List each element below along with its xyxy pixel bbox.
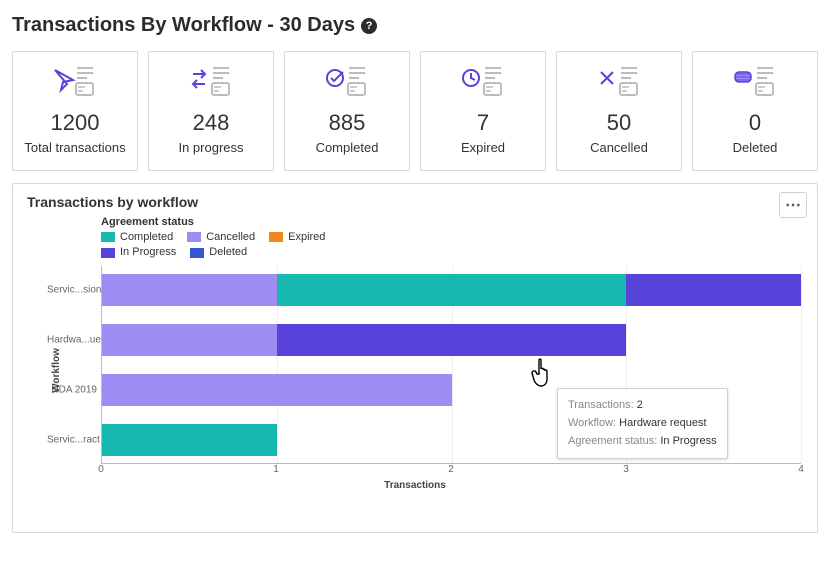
shred-icon: [733, 64, 777, 100]
metric-inprogress-label: In progress: [155, 140, 267, 156]
x-tick: 3: [623, 464, 629, 475]
metric-completed-label: Completed: [291, 140, 403, 156]
chart-tooltip: Transactions: 2 Workflow: Hardware reque…: [557, 388, 728, 459]
legend: Completed Cancelled Expired In Progress …: [101, 230, 803, 261]
y-tick: Hardwa...uest: [47, 335, 97, 346]
metric-inprogress-value: 248: [155, 110, 267, 136]
metric-completed[interactable]: 885 Completed: [284, 51, 410, 171]
send-plane-icon: [53, 64, 97, 100]
bar-segment[interactable]: [102, 374, 452, 406]
metric-completed-value: 885: [291, 110, 403, 136]
metric-total-value: 1200: [19, 110, 131, 136]
x-tick: 1: [273, 464, 279, 475]
x-tick: 4: [798, 464, 804, 475]
x-tick: 0: [98, 464, 104, 475]
chart-panel: Transactions by workflow ⋯ Agreement sta…: [12, 183, 818, 533]
metric-deleted-value: 0: [699, 110, 811, 136]
page-title: Transactions By Workflow - 30 Days ?: [12, 14, 818, 37]
metric-total[interactable]: 1200 Total transactions: [12, 51, 138, 171]
check-circle-icon: [325, 64, 369, 100]
legend-cancelled[interactable]: Cancelled: [187, 230, 255, 245]
legend-expired[interactable]: Expired: [269, 230, 325, 245]
page-title-text: Transactions By Workflow - 30 Days: [12, 14, 355, 37]
bar-segment[interactable]: [102, 324, 277, 356]
y-tick: Servic...sion: [47, 285, 97, 296]
bar-segment[interactable]: [277, 324, 627, 356]
help-icon[interactable]: ?: [361, 18, 377, 34]
metric-deleted[interactable]: 0 Deleted: [692, 51, 818, 171]
metric-expired-value: 7: [427, 110, 539, 136]
metric-expired-label: Expired: [427, 140, 539, 156]
y-axis-title: Workflow: [51, 348, 62, 393]
bar-segment[interactable]: [277, 274, 627, 306]
metric-expired[interactable]: 7 Expired: [420, 51, 546, 171]
x-axis-title: Transactions: [27, 480, 803, 491]
metric-total-label: Total transactions: [19, 140, 131, 156]
legend-completed[interactable]: Completed: [101, 230, 173, 245]
bar-row[interactable]: [102, 324, 801, 356]
metric-cancelled[interactable]: 50 Cancelled: [556, 51, 682, 171]
clock-icon: [461, 64, 505, 100]
cursor-pointer-icon: [530, 358, 558, 390]
metric-cancelled-label: Cancelled: [563, 140, 675, 156]
legend-title: Agreement status: [101, 216, 803, 228]
metric-inprogress[interactable]: 248 In progress: [148, 51, 274, 171]
legend-deleted[interactable]: Deleted: [190, 245, 247, 260]
arrows-exchange-icon: [189, 64, 233, 100]
bar-segment[interactable]: [102, 274, 277, 306]
metric-deleted-label: Deleted: [699, 140, 811, 156]
bar-segment[interactable]: [626, 274, 801, 306]
panel-title: Transactions by workflow: [27, 194, 803, 210]
panel-menu-button[interactable]: ⋯: [779, 192, 807, 218]
bar-segment[interactable]: [102, 424, 277, 456]
legend-inprogress[interactable]: In Progress: [101, 245, 176, 260]
x-tick: 2: [448, 464, 454, 475]
x-cancel-icon: [597, 64, 641, 100]
metric-cancelled-value: 50: [563, 110, 675, 136]
y-tick: Servic...ract: [47, 435, 97, 446]
bar-row[interactable]: [102, 274, 801, 306]
metrics-row: 1200 Total transactions 248 In progress …: [12, 51, 818, 171]
x-axis-ticks: 0 1 2 3 4: [101, 464, 801, 478]
